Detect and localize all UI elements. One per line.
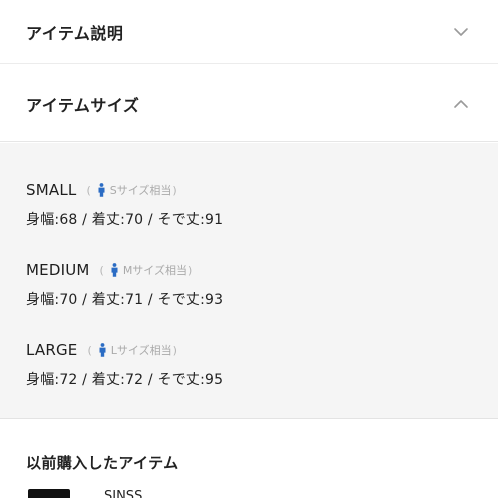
size-block-large: LARGE ( Lサイズ相当 ) 身幅:72 / 着丈:72 / そで丈:95	[26, 339, 466, 389]
paren-open: (	[86, 183, 91, 197]
size-name: MEDIUM	[26, 261, 90, 279]
size-measurements: 身幅:70 / 着丈:71 / そで丈:93	[26, 292, 224, 308]
size-name: LARGE	[26, 341, 78, 359]
size-measurements: 身幅:68 / 着丈:70 / そで丈:91	[26, 212, 224, 228]
paren-open: (	[99, 263, 104, 277]
person-icon	[110, 263, 119, 277]
chevron-down-icon[interactable]	[452, 23, 470, 41]
previous-items-title: 以前購入したアイテム	[26, 454, 179, 472]
size-block-small: SMALL ( Sサイズ相当 ) 身幅:68 / 着丈:70 / そで丈:91	[26, 179, 466, 229]
person-icon	[98, 343, 107, 357]
size-equivalent-label: Sサイズ相当	[109, 184, 172, 197]
size-panel: SMALL ( Sサイズ相当 ) 身幅:68 / 着丈:70 / そで丈:91 …	[0, 143, 498, 419]
size-equivalent: ( Lサイズ相当 )	[88, 342, 177, 358]
size-equivalent: ( Mサイズ相当 )	[99, 262, 193, 278]
item-description-accordion[interactable]: アイテム説明	[0, 0, 498, 64]
paren-close: )	[172, 343, 177, 357]
size-name: SMALL	[26, 181, 77, 199]
paren-close: )	[187, 263, 193, 277]
size-block-medium: MEDIUM ( Mサイズ相当 ) 身幅:70 / 着丈:71 / そで丈:93	[26, 259, 466, 309]
paren-close: )	[172, 183, 177, 197]
item-size-accordion[interactable]: アイテムサイズ	[0, 66, 498, 142]
item-brand[interactable]: SINSS	[104, 489, 142, 498]
paren-open: (	[87, 343, 92, 357]
size-measurements: 身幅:72 / 着丈:72 / そで丈:95	[26, 372, 224, 388]
person-icon	[97, 183, 106, 197]
item-size-title: アイテムサイズ	[26, 95, 140, 115]
size-equivalent-label: Lサイズ相当	[110, 344, 172, 357]
item-thumbnail[interactable]	[28, 489, 70, 498]
item-description-title: アイテム説明	[26, 23, 124, 43]
previous-items-section: 以前購入したアイテム SINSS	[0, 420, 498, 498]
size-equivalent-label: Mサイズ相当	[122, 264, 187, 277]
size-equivalent: ( Sサイズ相当 )	[86, 182, 177, 198]
chevron-up-icon[interactable]	[452, 95, 470, 113]
